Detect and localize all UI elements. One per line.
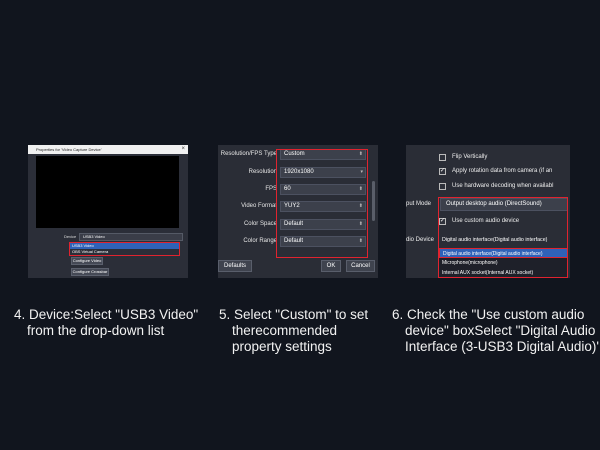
row-video-format: Video Format YUY2 ⬍	[218, 201, 368, 213]
spinner-icon: ⬍	[358, 151, 363, 157]
audio-device-list: Digital audio interface(Digital audio in…	[439, 248, 568, 278]
setting-label: FPS	[265, 186, 277, 192]
dropdown-option-obs-virtual-camera[interactable]: OBS Virtual Camera	[70, 249, 179, 255]
setting-value: 60	[284, 186, 291, 192]
setting-value: Default	[284, 221, 304, 227]
defaults-button[interactable]: Defaults	[218, 260, 252, 272]
video-format-select[interactable]: YUY2 ⬍	[280, 201, 366, 212]
device-label: Device	[64, 234, 77, 239]
output-mode-label: put Mode	[406, 201, 432, 207]
audio-option-digital[interactable]: Digital audio interface(Digital audio in…	[439, 248, 568, 258]
flip-vertically-checkbox[interactable]	[439, 154, 446, 161]
row-fps: FPS 60 ⬍	[218, 184, 368, 196]
caption-step-6: 6. Check the "Use custom audio device" b…	[392, 307, 599, 355]
dialog-titlebar: Properties for 'Video Capture Device' ×	[28, 145, 188, 154]
close-icon[interactable]: ×	[181, 145, 185, 154]
setting-label: Color Range	[243, 238, 277, 244]
caption-line: property settings	[232, 339, 332, 354]
chevron-down-icon: ▾	[360, 169, 363, 175]
setting-value: Custom	[284, 151, 305, 157]
apply-rotation-label: Apply rotation data from camera (if an	[452, 168, 553, 174]
resolution-fps-type-select[interactable]: Custom ⬍	[280, 149, 366, 160]
audio-option-microphone[interactable]: Microphone(microphone)	[439, 258, 568, 268]
setting-label: Resolution	[248, 169, 277, 175]
row-color-space: Color Space Default ⬍	[218, 219, 368, 231]
custom-settings-screenshot: Resolution/FPS Type Custom ⬍ Resolution 1…	[218, 145, 378, 278]
device-properties-screenshot: Properties for 'Video Capture Device' × …	[28, 145, 188, 278]
setting-label: Color Space	[243, 221, 277, 227]
flip-vertically-label: Flip Vertically	[452, 154, 488, 160]
cancel-button[interactable]: Cancel	[346, 260, 375, 272]
audio-settings-screenshot: Flip Vertically ✓ Apply rotation data fr…	[406, 145, 570, 278]
row-resolution: Resolution 1920x1080 ▾	[218, 167, 368, 179]
caption-line: 4. Device:Select "USB3 Video"	[14, 307, 199, 322]
hw-decoding-label: Use hardware decoding when availabl	[452, 183, 554, 189]
device-dropdown-list: USB3 Video OBS Virtual Camera	[69, 242, 180, 256]
color-space-select[interactable]: Default ⬍	[280, 219, 366, 230]
fps-select[interactable]: 60 ⬍	[280, 184, 366, 195]
check-icon: ✓	[440, 218, 446, 224]
caption-step-5: 5. Select "Custom" to set therecommended…	[219, 307, 368, 355]
scrollbar[interactable]	[372, 181, 375, 221]
use-custom-audio-label: Use custom audio device	[452, 218, 520, 224]
spinner-icon: ⬍	[358, 238, 363, 244]
setting-label: Resolution/FPS Type	[220, 151, 277, 157]
resolution-select[interactable]: 1920x1080 ▾	[280, 167, 366, 178]
use-custom-audio-checkbox[interactable]: ✓	[439, 218, 446, 225]
apply-rotation-checkbox[interactable]: ✓	[439, 168, 446, 175]
device-select[interactable]: USB3 Video	[79, 233, 183, 241]
audio-device-select[interactable]: Digital audio interface(Digital audio in…	[440, 235, 568, 245]
check-icon: ✓	[440, 168, 446, 174]
dialog-title: Properties for 'Video Capture Device'	[36, 147, 102, 152]
spinner-icon: ⬍	[358, 203, 363, 209]
caption-step-4: 4. Device:Select "USB3 Video" from the d…	[14, 307, 198, 339]
setting-value: Default	[284, 238, 304, 244]
color-range-select[interactable]: Default ⬍	[280, 236, 366, 247]
caption-line: therecommended	[232, 323, 338, 338]
caption-line: from the drop-down list	[27, 323, 165, 338]
spinner-icon: ⬍	[358, 221, 363, 227]
configure-crossbar-button[interactable]: Configure Crossbar	[71, 268, 109, 276]
row-resolution-fps-type: Resolution/FPS Type Custom ⬍	[218, 149, 368, 161]
caption-line: device" boxSelect "Digital Audio	[405, 323, 596, 338]
configure-video-button[interactable]: Configure Video	[71, 257, 103, 265]
ok-button[interactable]: OK	[321, 260, 341, 272]
output-mode-select[interactable]: Output desktop audio (DirectSound)	[440, 198, 568, 211]
audio-option-aux[interactable]: Internal AUX socket(Internal AUX socket)	[439, 268, 568, 278]
setting-label: Video Format	[241, 203, 277, 209]
setting-value: YUY2	[284, 203, 300, 209]
hw-decoding-checkbox[interactable]	[439, 183, 446, 190]
caption-line: 5. Select "Custom" to set	[219, 307, 369, 322]
setting-value: 1920x1080	[284, 169, 314, 175]
caption-line: 6. Check the "Use custom audio	[392, 307, 585, 322]
audio-device-label: dio Device	[406, 237, 435, 243]
spinner-icon: ⬍	[358, 186, 363, 192]
row-color-range: Color Range Default ⬍	[218, 236, 368, 248]
video-preview	[36, 156, 179, 228]
caption-line: Interface (3-USB3 Digital Audio)'	[405, 339, 599, 354]
